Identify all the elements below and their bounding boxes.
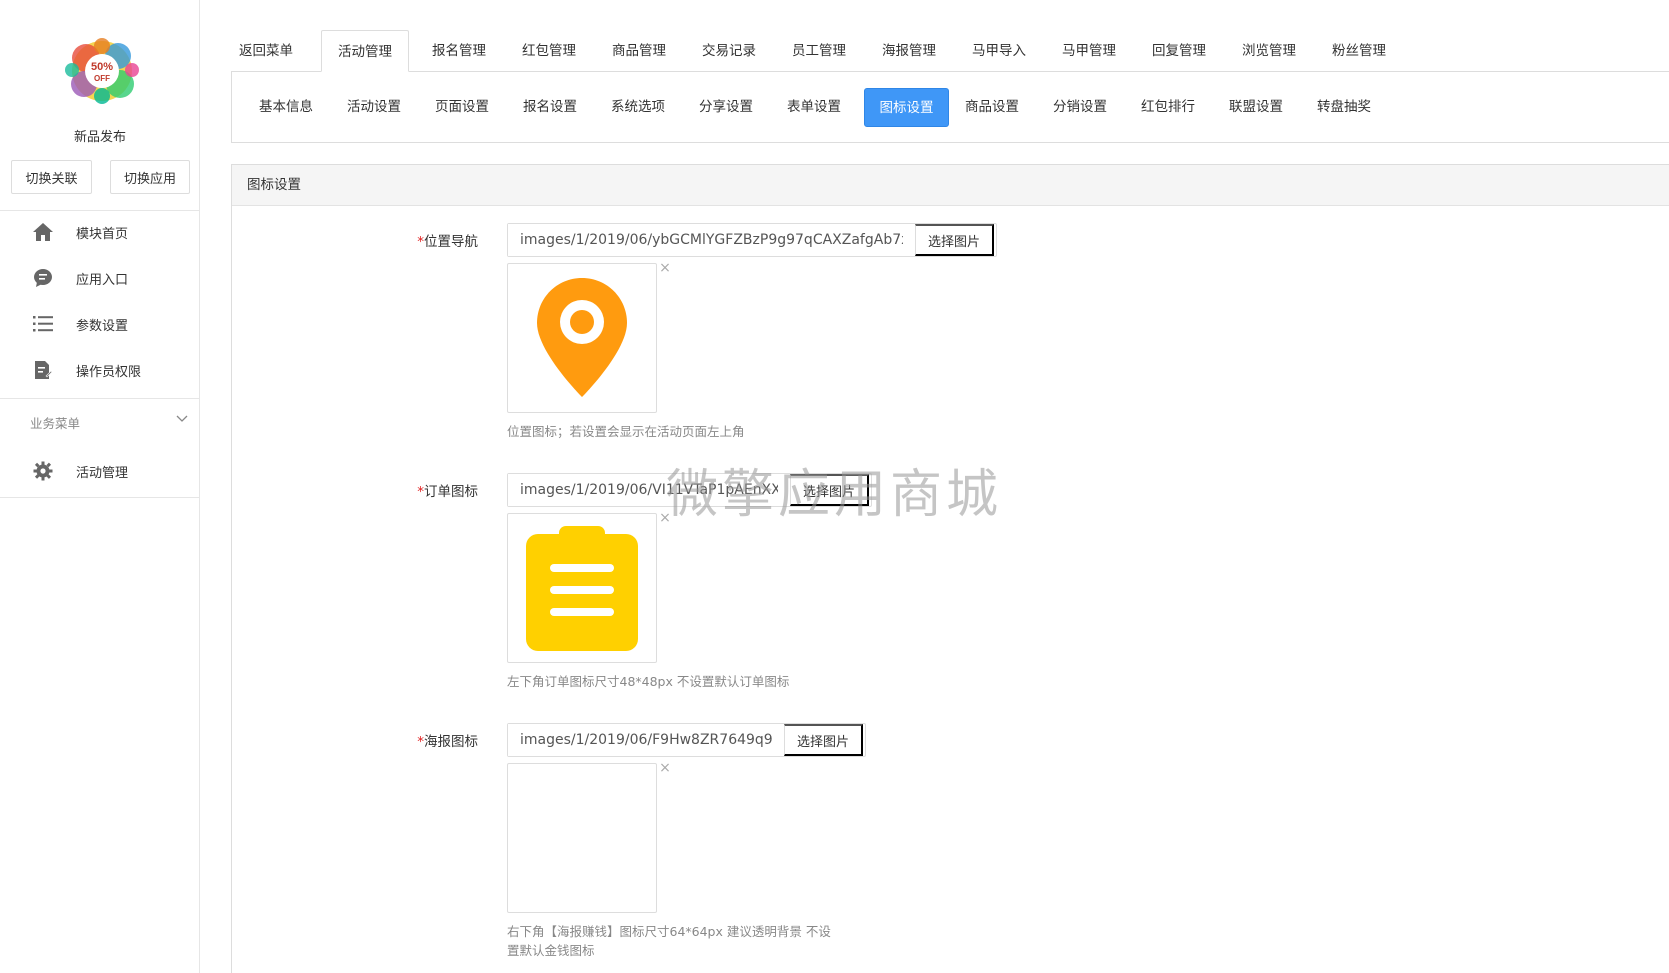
subtab-redpacket-ranking[interactable]: 红包排行 [1128, 88, 1208, 127]
location-nav-remove-icon[interactable]: × [658, 261, 672, 275]
sidebar-item-module-home[interactable]: 模块首页 [0, 212, 199, 252]
subtab-signup-settings[interactable]: 报名设置 [510, 88, 590, 127]
sidebar-divider [0, 210, 199, 211]
field-label-order-icon: *订单图标 [328, 480, 478, 500]
sidebar-item-label: 模块首页 [76, 226, 129, 242]
subtab-form-settings[interactable]: 表单设置 [774, 88, 854, 127]
subtab-page-settings[interactable]: 页面设置 [422, 88, 502, 127]
list-icon [32, 313, 54, 335]
tab-staff-management[interactable]: 员工管理 [775, 30, 863, 72]
order-icon-preview [507, 513, 657, 663]
poster-icon-help: 右下角【海报赚钱】图标尺寸64*64px 建议透明背景 不设 置默认金钱图标 [507, 922, 831, 960]
location-nav-input-group: 选择图片 [507, 223, 997, 257]
subtab-product-settings[interactable]: 商品设置 [952, 88, 1032, 127]
sub-tabs-panel: 基本信息 活动设置 页面设置 报名设置 系统选项 分享设置 表单设置 图标设置 … [231, 71, 1669, 143]
poster-icon-path-input[interactable] [508, 724, 784, 756]
top-tabs: 返回菜单 活动管理 报名管理 红包管理 商品管理 交易记录 员工管理 海报管理 … [231, 30, 1669, 72]
poster-icon-help-line1: 右下角【海报赚钱】图标尺寸64*64px 建议透明背景 不设 [507, 924, 831, 939]
switch-app-button[interactable]: 切换应用 [110, 160, 190, 194]
field-label-text: 位置导航 [424, 234, 478, 250]
tab-redpacket-management[interactable]: 红包管理 [505, 30, 593, 72]
panel-title: 图标设置 [232, 165, 1669, 206]
location-nav-preview [507, 263, 657, 413]
tab-poster-management[interactable]: 海报管理 [865, 30, 953, 72]
subtab-activity-settings[interactable]: 活动设置 [334, 88, 414, 127]
location-nav-help: 位置图标；若设置会显示在活动页面左上角 [507, 424, 745, 439]
tab-fans-management[interactable]: 粉丝管理 [1315, 30, 1403, 72]
subtab-distribution-settings[interactable]: 分销设置 [1040, 88, 1120, 127]
tab-vest-import[interactable]: 马甲导入 [955, 30, 1043, 72]
home-icon [32, 221, 54, 243]
sidebar-item-label: 活动管理 [76, 465, 129, 481]
tab-transaction-records[interactable]: 交易记录 [685, 30, 773, 72]
svg-text:50%: 50% [91, 61, 113, 73]
required-mark: * [417, 234, 424, 250]
subtab-basic-info[interactable]: 基本信息 [246, 88, 326, 127]
order-icon-remove-icon[interactable]: × [658, 511, 672, 525]
sidebar-item-label: 参数设置 [76, 318, 129, 334]
order-icon-input-group: 选择图片 [507, 473, 872, 507]
sidebar-item-label: 应用入口 [76, 272, 129, 288]
gear-icon [32, 460, 54, 482]
poster-icon-preview [507, 763, 657, 913]
order-icon-select-image-button[interactable]: 选择图片 [790, 474, 870, 506]
chevron-down-icon[interactable] [175, 412, 189, 426]
document-edit-icon [32, 359, 54, 381]
tab-back-menu[interactable]: 返回菜单 [231, 30, 301, 72]
sidebar-item-app-entry[interactable]: 应用入口 [0, 258, 199, 298]
chat-bubble-icon [32, 267, 54, 289]
poster-icon-help-line2: 置默认金钱图标 [507, 943, 595, 958]
sidebar: 50% OFF 新品发布 切换关联 切换应用 模块首页 应用入口 参数设置 操作… [0, 0, 200, 973]
tab-browse-management[interactable]: 浏览管理 [1225, 30, 1313, 72]
location-pin-icon [537, 278, 627, 397]
tab-reply-management[interactable]: 回复管理 [1135, 30, 1223, 72]
sidebar-item-params[interactable]: 参数设置 [0, 304, 199, 344]
field-label-text: 订单图标 [424, 484, 478, 500]
app-name: 新品发布 [73, 130, 126, 145]
switch-link-button[interactable]: 切换关联 [11, 160, 92, 194]
location-nav-select-image-button[interactable]: 选择图片 [915, 224, 995, 256]
required-mark: * [417, 734, 424, 750]
tab-vest-management[interactable]: 马甲管理 [1045, 30, 1133, 72]
icon-settings-panel: 图标设置 *位置导航 选择图片 × 位置图标；若设置会显示在活动页面左上角 *订… [231, 164, 1669, 973]
required-mark: * [417, 484, 424, 500]
order-icon-path-input[interactable] [508, 474, 790, 506]
poster-icon-remove-icon[interactable]: × [658, 761, 672, 775]
subtab-alliance-settings[interactable]: 联盟设置 [1216, 88, 1296, 127]
location-nav-path-input[interactable] [508, 224, 915, 256]
poster-icon-input-group: 选择图片 [507, 723, 866, 757]
field-label-text: 海报图标 [424, 734, 478, 750]
app-logo: 50% OFF [58, 32, 146, 110]
field-label-location-nav: *位置导航 [328, 230, 478, 250]
subtab-system-options[interactable]: 系统选项 [598, 88, 678, 127]
sidebar-divider [0, 497, 199, 498]
subtab-icon-settings[interactable]: 图标设置 [864, 88, 949, 127]
svg-text:OFF: OFF [94, 74, 110, 83]
order-icon-help: 左下角订单图标尺寸48*48px 不设置默认订单图标 [507, 674, 790, 689]
subtab-wheel-lottery[interactable]: 转盘抽奖 [1304, 88, 1384, 127]
tab-signup-management[interactable]: 报名管理 [415, 30, 503, 72]
sidebar-item-operator-permissions[interactable]: 操作员权限 [0, 350, 199, 390]
subtab-share-settings[interactable]: 分享设置 [686, 88, 766, 127]
poster-icon-select-image-button[interactable]: 选择图片 [784, 724, 864, 756]
sidebar-item-label: 操作员权限 [76, 364, 142, 380]
field-label-poster-icon: *海报图标 [328, 730, 478, 750]
clipboard-icon [526, 526, 638, 651]
sidebar-group-title: 业务菜单 [30, 416, 81, 431]
sidebar-item-activity-management[interactable]: 活动管理 [0, 451, 199, 491]
tab-activity-management[interactable]: 活动管理 [321, 30, 409, 72]
sidebar-divider [0, 398, 199, 399]
tab-product-management[interactable]: 商品管理 [595, 30, 683, 72]
